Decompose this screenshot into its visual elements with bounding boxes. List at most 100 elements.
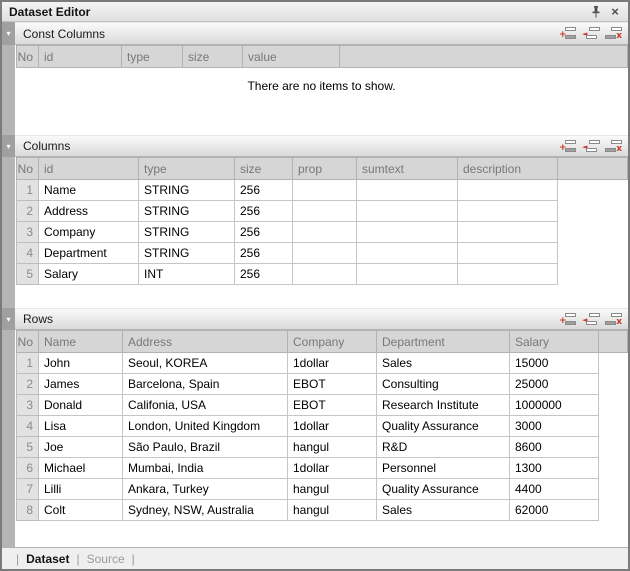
data-cell[interactable]: 3000 [510,416,599,437]
data-cell[interactable]: STRING [139,243,235,264]
data-cell[interactable]: 256 [235,243,293,264]
data-cell[interactable]: EBOT [288,374,377,395]
data-cell[interactable] [458,201,558,222]
data-cell[interactable]: hangul [288,500,377,521]
data-cell[interactable] [357,243,458,264]
data-cell[interactable]: STRING [139,201,235,222]
data-cell[interactable]: 256 [235,264,293,285]
close-icon[interactable]: × [607,4,623,19]
data-cell[interactable]: Mumbai, India [123,458,288,479]
data-cell[interactable]: 4400 [510,479,599,500]
data-cell[interactable]: São Paulo, Brazil [123,437,288,458]
column-header-type[interactable]: type [122,46,183,68]
data-cell[interactable]: Quality Assurance [377,416,510,437]
data-cell[interactable]: Department [39,243,139,264]
data-cell[interactable]: Address [39,201,139,222]
data-cell[interactable]: Research Institute [377,395,510,416]
add-row-button[interactable]: + [559,139,577,154]
column-header-company[interactable]: Company [288,331,377,353]
data-cell[interactable]: 256 [235,180,293,201]
insert-row-button[interactable]: ◄ [582,139,600,154]
delete-row-button[interactable]: x [605,139,623,154]
column-header-id[interactable]: id [39,46,122,68]
data-cell[interactable]: 1000000 [510,395,599,416]
data-cell[interactable]: Donald [39,395,123,416]
data-cell[interactable]: Salary [39,264,139,285]
data-cell[interactable]: London, United Kingdom [123,416,288,437]
data-cell[interactable]: R&D [377,437,510,458]
data-cell[interactable]: Califonia, USA [123,395,288,416]
data-cell[interactable] [458,264,558,285]
data-cell[interactable] [357,222,458,243]
data-cell[interactable]: INT [139,264,235,285]
data-cell[interactable]: Seoul, KOREA [123,353,288,374]
data-cell[interactable]: 1dollar [288,416,377,437]
data-cell[interactable]: STRING [139,180,235,201]
column-header-no[interactable]: No [17,158,39,180]
pin-icon[interactable] [588,4,604,19]
insert-row-button[interactable]: ◄ [582,312,600,327]
data-cell[interactable]: 15000 [510,353,599,374]
data-cell[interactable]: Lisa [39,416,123,437]
insert-row-button[interactable]: ◄ [582,26,600,41]
data-cell[interactable]: 8600 [510,437,599,458]
column-header-value[interactable]: value [243,46,340,68]
column-header-address[interactable]: Address [123,331,288,353]
data-cell[interactable] [293,222,357,243]
data-cell[interactable]: 1dollar [288,353,377,374]
delete-row-button[interactable]: x [605,26,623,41]
column-header-size[interactable]: size [235,158,293,180]
data-cell[interactable]: Sales [377,500,510,521]
column-header-salary[interactable]: Salary [510,331,599,353]
data-cell[interactable]: 256 [235,222,293,243]
data-cell[interactable]: Ankara, Turkey [123,479,288,500]
data-cell[interactable]: Sydney, NSW, Australia [123,500,288,521]
column-header-size[interactable]: size [183,46,243,68]
data-cell[interactable] [293,180,357,201]
data-cell[interactable]: Quality Assurance [377,479,510,500]
data-cell[interactable]: Barcelona, Spain [123,374,288,395]
data-cell[interactable]: Consulting [377,374,510,395]
data-cell[interactable]: Joe [39,437,123,458]
data-cell[interactable]: EBOT [288,395,377,416]
data-cell[interactable] [458,180,558,201]
column-header-name[interactable]: Name [39,331,123,353]
data-cell[interactable]: Lilli [39,479,123,500]
data-cell[interactable]: hangul [288,479,377,500]
data-cell[interactable]: Name [39,180,139,201]
data-cell[interactable]: STRING [139,222,235,243]
data-cell[interactable]: Personnel [377,458,510,479]
column-header-type[interactable]: type [139,158,235,180]
add-row-button[interactable]: + [559,312,577,327]
data-cell[interactable]: James [39,374,123,395]
data-cell[interactable]: 62000 [510,500,599,521]
add-row-button[interactable]: + [559,26,577,41]
data-cell[interactable]: Michael [39,458,123,479]
column-header-no[interactable]: No [17,331,39,353]
data-cell[interactable] [357,180,458,201]
data-cell[interactable] [458,243,558,264]
data-cell[interactable]: 25000 [510,374,599,395]
column-header-description[interactable]: description [458,158,558,180]
delete-row-button[interactable]: x [605,312,623,327]
data-cell[interactable] [293,243,357,264]
data-cell[interactable]: Sales [377,353,510,374]
data-cell[interactable]: 1300 [510,458,599,479]
column-header-sumtext[interactable]: sumtext [357,158,458,180]
column-header-no[interactable]: No [17,46,39,68]
data-cell[interactable] [357,264,458,285]
column-header-id[interactable]: id [39,158,139,180]
data-cell[interactable]: Colt [39,500,123,521]
data-cell[interactable] [293,201,357,222]
data-cell[interactable] [293,264,357,285]
data-cell[interactable]: 256 [235,201,293,222]
tab-dataset[interactable]: Dataset [26,552,69,566]
column-header-department[interactable]: Department [377,331,510,353]
data-cell[interactable] [357,201,458,222]
collapse-const-columns-button[interactable]: ▾ [2,22,15,45]
collapse-rows-button[interactable]: ▾ [2,308,15,330]
data-cell[interactable] [458,222,558,243]
data-cell[interactable]: Company [39,222,139,243]
data-cell[interactable]: John [39,353,123,374]
collapse-columns-button[interactable]: ▾ [2,135,15,157]
